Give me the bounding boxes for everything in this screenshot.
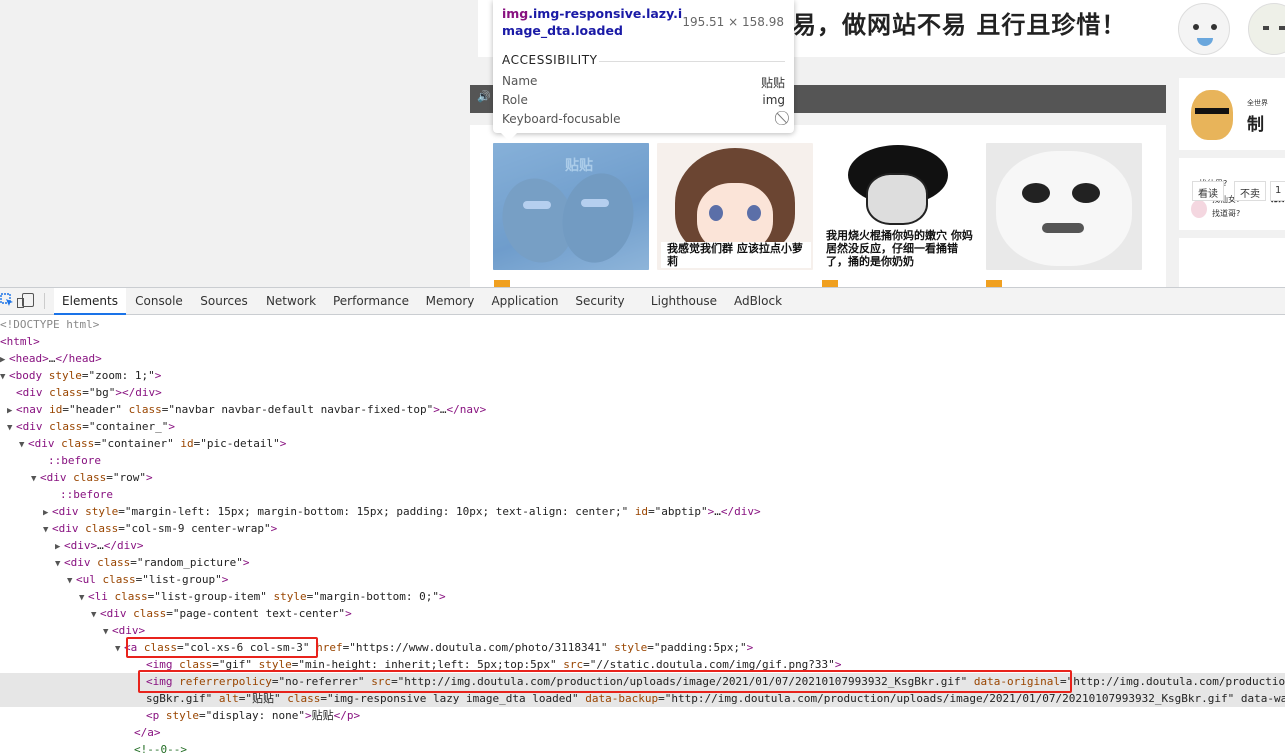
sunglasses-icon: [1195, 108, 1229, 114]
dom-node[interactable]: ::before: [0, 486, 1285, 503]
dom-node[interactable]: <div class="bg"></div>: [0, 384, 1285, 401]
dom-node[interactable]: ▶ <div>…</div>: [0, 537, 1285, 554]
tag-button[interactable]: 不卖: [1234, 181, 1266, 201]
tooltip-row-value: 贴贴: [760, 76, 785, 90]
tooltip-classes: .img-responsive.lazy.image_dta.loaded: [502, 6, 683, 38]
dom-node[interactable]: ▼ <div class="container" id="pic-detail">: [0, 435, 1285, 452]
sidebar-card-title: 制: [1247, 115, 1264, 135]
dom-node[interactable]: <!DOCTYPE html>: [0, 316, 1285, 333]
dom-node[interactable]: ▼ <div class="page-content text-center">: [0, 605, 1285, 622]
annotation-highlight-anchor: [126, 637, 318, 658]
inspect-tooltip: img.img-responsive.lazy.image_dta.loaded…: [493, 0, 794, 141]
annotation-highlight-img-src: [138, 670, 1072, 693]
tab-lighthouse[interactable]: Lighthouse: [648, 288, 720, 315]
crying-bunny-sticker: [1178, 3, 1230, 55]
sidebar-card-line: 找道哥?: [1212, 209, 1241, 218]
tab-application[interactable]: Application: [490, 288, 560, 315]
tab-network[interactable]: Network: [262, 288, 320, 315]
tooltip-row-label: Keyboard-focusable: [502, 112, 621, 126]
tooltip-row-label: Role: [502, 93, 528, 107]
thumb-caption: 我感觉我们群 应该拉点小萝莉: [661, 242, 811, 268]
tab-performance[interactable]: Performance: [332, 288, 410, 315]
device-toolbar-icon[interactable]: [17, 293, 34, 308]
tab-adblock[interactable]: AdBlock: [732, 288, 784, 315]
tab-elements[interactable]: Elements: [54, 288, 126, 315]
face-sticker: [1248, 3, 1285, 55]
dom-node[interactable]: ▶ <head>…</head>: [0, 350, 1285, 367]
dom-node[interactable]: <!--0-->: [0, 741, 1285, 756]
dom-node[interactable]: <p style="display: none">贴贴</p>: [0, 707, 1285, 724]
toolbar-divider: [44, 293, 45, 309]
tooltip-selector: img.img-responsive.lazy.image_dta.loaded: [502, 5, 692, 39]
picture-grid: 贴贴 我感觉我们群 应该拉点小萝莉 我用烧火棍捅你妈的嫩穴 你妈居然没反应，仔细…: [470, 125, 1166, 287]
page: { "webpage": { "banner_text": "易，做网站不易 且…: [0, 0, 1285, 756]
sidebar-tags: [1179, 238, 1285, 287]
divider: [599, 61, 785, 62]
dom-node[interactable]: ▼ <div class="row">: [0, 469, 1285, 486]
web-page-viewport: 易，做网站不易 且行且珍惜！ 🔊 贴贴 我感觉我们群 应该拉点小萝莉 我用烧火棍…: [0, 0, 1285, 287]
sidebar-card[interactable]: 全世界 制: [1179, 78, 1285, 150]
tooltip-arrow: [501, 133, 517, 141]
dom-node[interactable]: ▼ <div class="random_picture">: [0, 554, 1285, 571]
dom-node[interactable]: ▼ <body style="zoom: 1;">: [0, 367, 1285, 384]
tab-security[interactable]: Security: [574, 288, 626, 315]
tooltip-row-label: Name: [502, 74, 538, 88]
tooltip-row-value: img: [762, 93, 785, 107]
gif-badge: [494, 280, 510, 287]
tag-button[interactable]: 看读: [1192, 181, 1224, 201]
dom-node[interactable]: ▶ <nav id="header" class="navbar navbar-d…: [0, 401, 1285, 418]
tab-sources[interactable]: Sources: [196, 288, 252, 315]
tooltip-row-role: Role img: [502, 93, 785, 109]
banner-text: 易，做网站不易 且行且珍惜！: [792, 11, 1127, 39]
tab-console[interactable]: Console: [130, 288, 188, 315]
dom-node[interactable]: ▶ <div style="margin-left: 15px; margin-b…: [0, 503, 1285, 520]
tooltip-row-name: Name 贴贴: [502, 74, 785, 90]
inspect-highlight-overlay: [493, 143, 649, 270]
gif-badge: [822, 280, 838, 287]
tooltip-section-title: ACCESSIBILITY: [502, 53, 598, 67]
thumb-caption: 我用烧火棍捅你妈的嫩穴 你妈居然没反应，仔细一看捅错了，捅的是你奶奶: [826, 229, 973, 268]
dom-node[interactable]: ▼ <div class="container_">: [0, 418, 1285, 435]
dom-node[interactable]: <html>: [0, 333, 1285, 350]
devtools-panel: Elements Console Sources Network Perform…: [0, 287, 1285, 756]
tag-button[interactable]: 1: [1270, 181, 1285, 201]
gif-badge: [986, 280, 1002, 287]
meme-thumbnail-panda[interactable]: [986, 143, 1142, 270]
sidebar-card-small-text: 全世界: [1247, 99, 1268, 107]
meme-thumbnail-anime-girl[interactable]: 我感觉我们群 应该拉点小萝莉: [657, 143, 813, 270]
dom-node[interactable]: ▼ <div class="col-sm-9 center-wrap">: [0, 520, 1285, 537]
devtools-tabbar: Elements Console Sources Network Perform…: [0, 288, 1285, 315]
girl-sticker: [1191, 200, 1207, 218]
dom-tree: <!DOCTYPE html> <html> ▶ <head>…</head> ▼ <bo…: [0, 316, 1285, 756]
tooltip-row-keyboard-focusable: Keyboard-focusable ⃠: [502, 112, 785, 128]
tooltip-tag: img: [502, 6, 529, 21]
dom-node[interactable]: </a>: [0, 724, 1285, 741]
meme-thumbnail-curly-man[interactable]: 我用烧火棍捅你妈的嫩穴 你妈居然没反应，仔细一看捅错了，捅的是你奶奶: [822, 143, 978, 270]
tooltip-size: 195.51 × 158.98: [682, 15, 784, 29]
meme-thumbnail-sharks[interactable]: 贴贴: [493, 143, 649, 270]
inspect-element-icon[interactable]: [0, 293, 14, 307]
doge-sticker: [1191, 90, 1233, 140]
dom-node[interactable]: ▼ <ul class="list-group">: [0, 571, 1285, 588]
tab-memory[interactable]: Memory: [422, 288, 478, 315]
dom-node[interactable]: ::before: [0, 452, 1285, 469]
speaker-icon: 🔊: [477, 90, 491, 103]
dom-node[interactable]: ▼ <li class="list-group-item" style="marg…: [0, 588, 1285, 605]
